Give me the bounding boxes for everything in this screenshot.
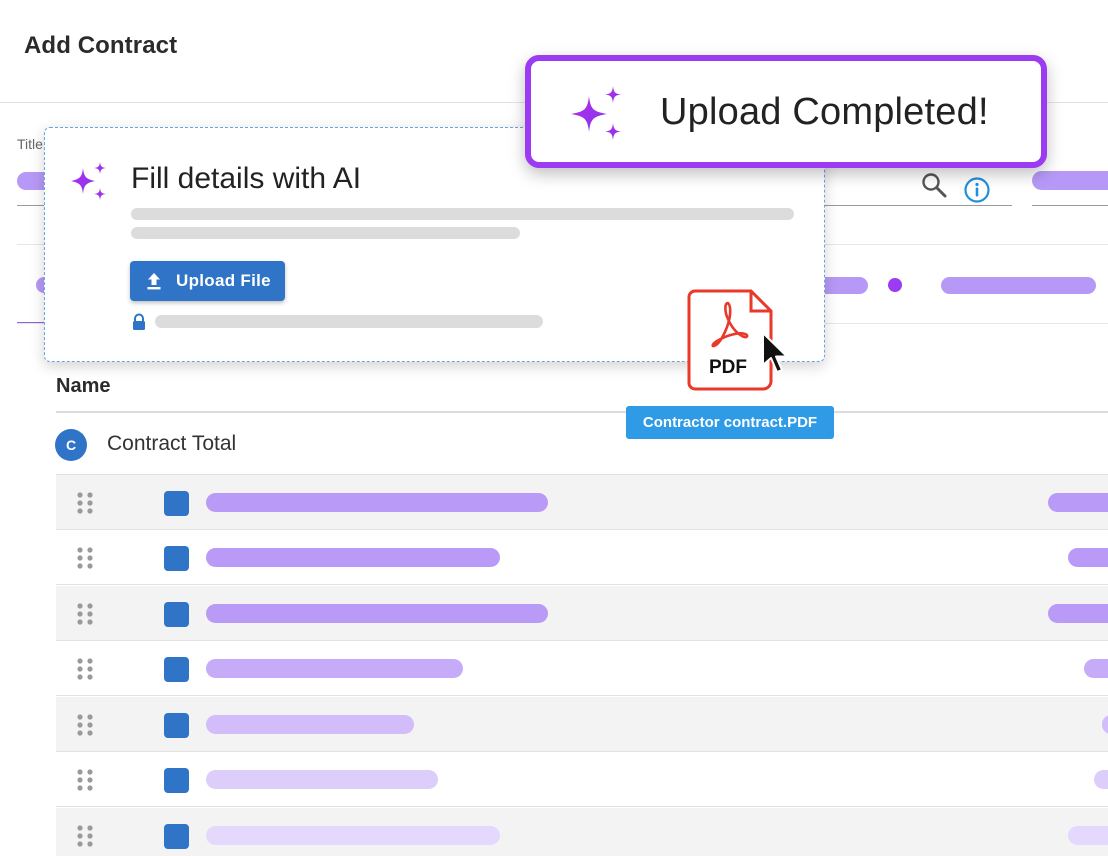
row-checkbox[interactable] [164,602,189,627]
table-row[interactable] [56,752,1108,807]
row-name-placeholder [206,659,463,678]
sparkle-icon [571,86,621,140]
add-contract-page: Add Contract Title Name C Contract Total [0,0,1108,856]
upload-file-button[interactable]: Upload File [130,261,285,301]
row-name-placeholder [206,548,500,567]
row-name-placeholder [206,715,414,734]
drag-handle-icon[interactable] [76,713,94,737]
pdf-type-label: PDF [709,357,747,378]
row-value-placeholder [1048,604,1108,623]
row-name-placeholder [206,493,548,512]
row-value-placeholder [1048,493,1108,512]
tab-separator-dot [888,278,902,292]
drag-handle-icon[interactable] [76,768,94,792]
upload-completed-toast: Upload Completed! [525,55,1047,168]
row-checkbox[interactable] [164,824,189,849]
row-name-placeholder [206,604,548,623]
upload-icon [147,273,161,290]
table-row[interactable] [56,475,1108,530]
drag-handle-icon[interactable] [76,657,94,681]
drag-handle-icon[interactable] [76,546,94,570]
upload-file-label: Upload File [176,271,271,290]
table-row[interactable] [56,586,1108,641]
lock-icon [133,313,145,330]
page-title: Add Contract [24,32,178,59]
row-checkbox[interactable] [164,768,189,793]
toast-message: Upload Completed! [660,91,989,133]
row-checkbox[interactable] [164,546,189,571]
row-value-placeholder [1094,770,1108,789]
drag-handle-icon[interactable] [76,824,94,848]
contract-total-label: Contract Total [107,432,237,455]
info-icon[interactable] [963,176,991,204]
tab-item[interactable] [941,277,1096,294]
title-field-label: Title [17,136,43,152]
column-header-name: Name [56,375,111,397]
row-checkbox[interactable] [164,657,189,682]
fill-card-title: Fill details with AI [131,162,362,195]
sparkle-icon [71,162,106,200]
row-value-placeholder [1084,659,1108,678]
search-icon[interactable] [920,171,948,199]
row-name-placeholder [206,770,438,789]
row-checkbox[interactable] [164,713,189,738]
row-value-placeholder [1068,826,1108,845]
cursor-icon [762,332,788,373]
table-row[interactable] [56,697,1108,752]
table-row[interactable] [56,530,1108,585]
row-name-placeholder [206,826,500,845]
row-value-placeholder [1068,548,1108,567]
secondary-field-value[interactable] [1032,171,1108,190]
table-header-divider [56,411,1108,413]
row-checkbox[interactable] [164,491,189,516]
privacy-note-line [155,315,543,328]
drag-handle-icon[interactable] [76,491,94,515]
secondary-field-underline [1032,205,1108,206]
row-value-placeholder [1102,715,1108,734]
fill-card-description-line [131,227,520,239]
table-row[interactable] [56,641,1108,696]
file-name-tag: Contractor contract.PDF [626,406,834,439]
drag-handle-icon[interactable] [76,602,94,626]
avatar: C [55,429,87,461]
table-row[interactable] [56,808,1108,856]
fill-card-description-line [131,208,794,220]
